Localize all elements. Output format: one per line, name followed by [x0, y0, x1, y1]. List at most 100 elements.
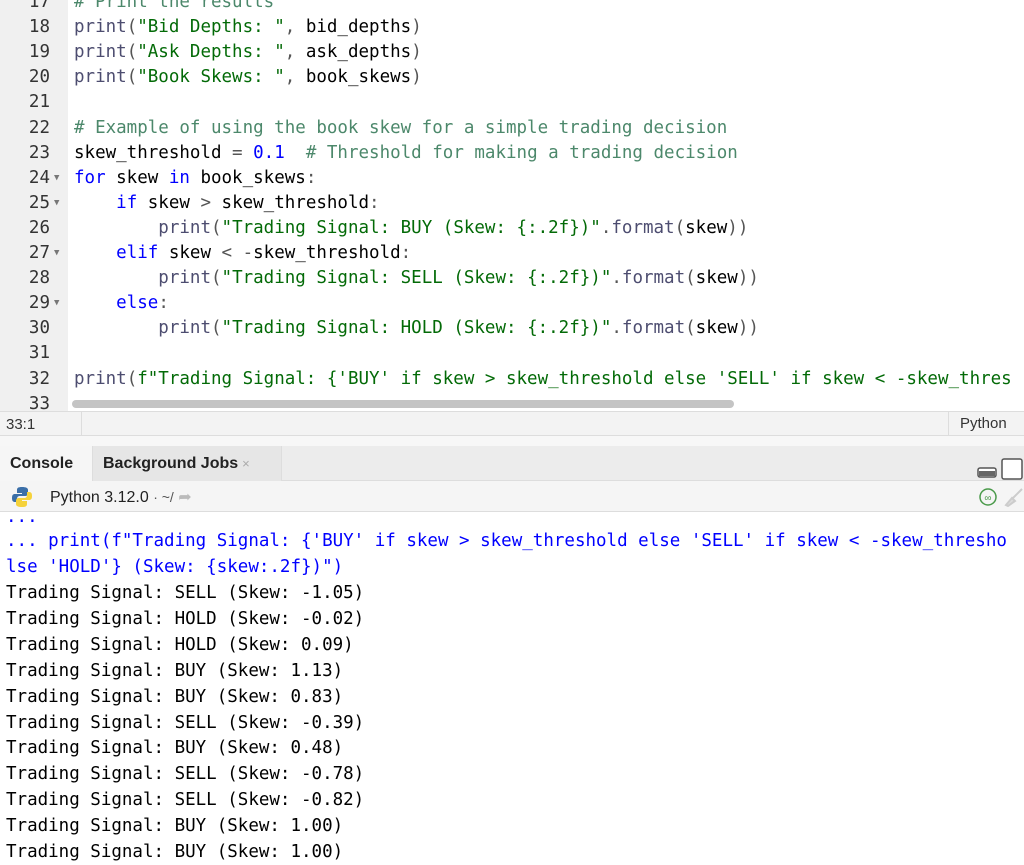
line-number: 30	[28, 318, 50, 339]
console-output-line: Trading Signal: HOLD (Skew: 0.09)	[6, 634, 354, 655]
code-token: "Book Skews: "	[137, 67, 285, 88]
code-token: < -	[221, 243, 254, 263]
code-token: ))	[737, 318, 759, 339]
code-token: "Trading Signal: SELL (Skew: {:.2f})"	[221, 268, 612, 289]
code-token: else	[116, 293, 159, 314]
cursor-position: 33:1	[6, 416, 36, 433]
fold-toggle-icon[interactable]: ▼	[54, 291, 59, 316]
code-editor[interactable]: 17 18 19 20 21 22 23 24 ▼ 25 ▼ 26 27 ▼ 28 29 ▼ 30 31 32 33 #…	[0, 0, 1024, 411]
clear-console-broom-icon[interactable]	[1002, 487, 1024, 507]
console-tabs: Console Background Jobs ×	[0, 446, 1024, 481]
code-token: for	[74, 167, 106, 188]
line-number: 22	[28, 117, 50, 138]
tab-background-jobs[interactable]: Background Jobs ×	[92, 446, 282, 481]
code-token: =	[232, 142, 254, 163]
language-label: Python	[960, 415, 1007, 432]
code-token: (	[126, 368, 138, 389]
console-output-line: Trading Signal: SELL (Skew: -1.05)	[6, 583, 365, 603]
code-token: skew	[137, 192, 201, 213]
working-directory[interactable]: · ~/	[153, 489, 174, 505]
code-token: (	[210, 318, 222, 339]
code-token: (	[126, 17, 138, 38]
line-number: 31	[28, 343, 50, 364]
close-icon[interactable]: ×	[242, 456, 250, 471]
tab-label: Background Jobs	[103, 455, 239, 472]
code-line: # Example of using the book skew for a s…	[74, 116, 727, 141]
code-token: # Example of using the book skew for a s…	[74, 117, 728, 138]
code-token: skew	[695, 318, 738, 339]
code-token: skew_threshold	[74, 142, 233, 163]
code-token: print	[158, 268, 211, 289]
minimize-maximize-icon[interactable]	[976, 458, 1024, 480]
code-token: in	[168, 167, 190, 188]
pane-splitter[interactable]	[0, 436, 1024, 446]
console-input-line: ...	[6, 507, 38, 527]
code-token: .	[600, 217, 612, 238]
line-number: 17	[28, 0, 50, 12]
code-token: (	[126, 42, 138, 63]
code-line: # Print the results	[74, 0, 274, 15]
svg-text:∞: ∞	[984, 493, 991, 504]
line-number: 24	[28, 167, 50, 188]
code-token: skew	[105, 167, 169, 188]
interrupt-icon[interactable]: ∞	[978, 487, 998, 507]
code-token: :	[158, 293, 169, 314]
code-token: print	[74, 67, 127, 88]
code-token: )	[411, 42, 422, 63]
line-number: 29	[28, 293, 50, 314]
code-token: skew	[685, 217, 728, 238]
code-token: print	[74, 42, 127, 63]
code-token: skew	[158, 243, 222, 263]
console-output-line: Trading Signal: HOLD (Skew: -0.02)	[6, 608, 365, 629]
code-token: print	[74, 17, 127, 38]
line-number: 23	[28, 142, 50, 163]
code-token: >	[200, 192, 222, 213]
code-token: (	[210, 217, 222, 238]
code-token: ))	[737, 268, 759, 289]
line-number: 19	[28, 42, 50, 63]
console-output-line: Trading Signal: SELL (Skew: -0.82)	[6, 790, 365, 811]
fold-toggle-icon[interactable]: ▼	[54, 166, 59, 191]
console-toolbar: Python 3.12.0 · ~/ ➦ ∞	[0, 481, 1024, 512]
line-number: 18	[28, 17, 50, 38]
code-token: f"Trading Signal: {'BUY' if skew > skew_…	[137, 368, 1012, 389]
code-token: format	[621, 268, 686, 289]
divider	[81, 412, 82, 436]
tab-label: Console	[10, 455, 74, 472]
code-token: (	[210, 268, 222, 289]
code-line: print("Bid Depths: ", bid_depths)	[74, 15, 422, 40]
code-token: print	[158, 318, 211, 339]
line-number: 26	[28, 217, 50, 238]
code-line: print("Trading Signal: HOLD (Skew: {:.2f…	[74, 316, 759, 341]
code-token: book_skews	[305, 67, 412, 88]
console-input-line: lse 'HOLD'} (Skew: {skew:.2f})")	[6, 557, 344, 577]
code-token: (	[685, 268, 696, 289]
tab-console[interactable]: Console	[0, 446, 92, 481]
fold-toggle-icon[interactable]: ▼	[54, 241, 59, 266]
line-number: 28	[28, 268, 50, 289]
code-token: if	[116, 192, 138, 213]
code-token: book_skews	[189, 167, 306, 188]
line-number: 25	[28, 192, 50, 213]
line-number: 20	[28, 67, 50, 88]
go-to-directory-icon[interactable]: ➦	[178, 489, 191, 506]
horizontal-scrollbar[interactable]	[72, 400, 734, 408]
fold-toggle-icon[interactable]: ▼	[54, 191, 59, 216]
code-token: skew_threshold	[253, 243, 401, 263]
code-token: bid_depths	[305, 17, 412, 38]
code-line: elif skew < -skew_threshold:	[74, 241, 411, 266]
language-selector[interactable]: Python	[948, 412, 1024, 436]
line-number: 32	[28, 368, 50, 389]
code-line: print("Trading Signal: SELL (Skew: {:.2f…	[74, 266, 759, 291]
code-token: # Print the results	[74, 0, 275, 12]
code-token: "Bid Depths: "	[137, 17, 285, 38]
code-token: format	[611, 217, 675, 238]
code-token: format	[621, 318, 686, 339]
code-token: .	[611, 268, 622, 289]
code-token: :	[369, 192, 380, 213]
